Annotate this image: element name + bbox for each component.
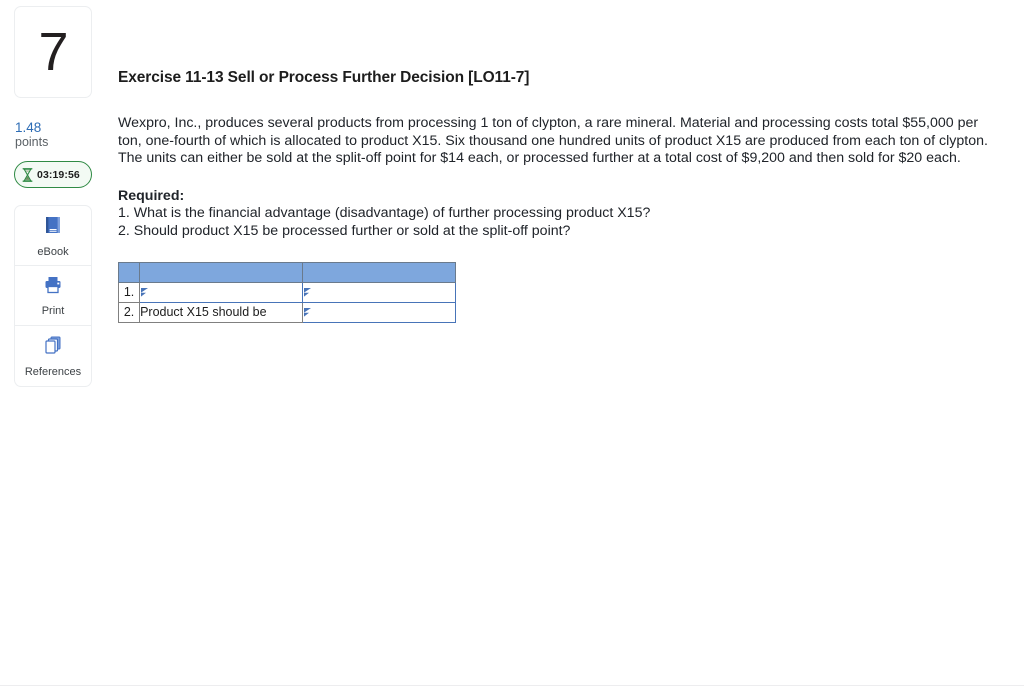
answer-input-1-value[interactable]: [301, 281, 457, 303]
answer-label-2: Product X15 should be: [139, 301, 303, 323]
row-number-2: 2.: [117, 301, 141, 323]
header-cell-num: [117, 261, 141, 283]
question-sidebar: 7 1.48 points 03:19:56 eBook Print Refer…: [14, 6, 92, 387]
references-button[interactable]: References: [15, 326, 91, 386]
answer-table-wrap: 1. 2. Product X15 should be: [117, 241, 1018, 323]
hourglass-icon: [22, 167, 33, 182]
problem-statement: Wexpro, Inc., produces several products …: [118, 115, 988, 167]
points-value: 1.48: [15, 120, 42, 135]
question-number: 7: [38, 22, 68, 82]
question-content: Exercise 11-13 Sell or Process Further D…: [117, 0, 1018, 323]
header-cell-answer: [301, 261, 457, 283]
ebook-button[interactable]: eBook: [15, 206, 91, 266]
answer-value-2: [303, 303, 455, 321]
question-page: 7 1.48 points 03:19:56 eBook Print Refer…: [0, 0, 1024, 692]
answer-value-1: [303, 283, 455, 301]
row-number-1: 1.: [117, 281, 141, 303]
print-label: Print: [41, 304, 65, 317]
required-item-2: 2. Should product X15 be processed furth…: [118, 222, 571, 239]
printer-icon: [42, 275, 64, 300]
table-row: 2. Product X15 should be: [117, 301, 457, 323]
references-label: References: [24, 366, 82, 378]
answer-table: 1. 2. Product X15 should be: [117, 261, 457, 323]
question-number-card: 7: [14, 6, 92, 98]
print-button[interactable]: Print: [15, 266, 91, 326]
table-row: 1.: [117, 281, 457, 303]
references-pages-icon: [42, 334, 64, 361]
required-item-1: 1. What is the financial advantage (disa…: [118, 205, 651, 222]
ebook-icon: [42, 214, 64, 241]
required-heading: Required:: [118, 187, 185, 204]
answer-input-1-label[interactable]: [139, 281, 303, 303]
table-header-row: [117, 261, 457, 283]
ebook-label: eBook: [37, 245, 69, 258]
answer-value-1-label: [140, 283, 301, 301]
header-cell-label: [139, 261, 303, 283]
timer-value: 03:19:56: [37, 168, 80, 181]
page-title: Exercise 11-13 Sell or Process Further D…: [118, 69, 530, 86]
timer-pill: 03:19:56: [14, 161, 92, 188]
tool-stack: eBook Print References: [14, 205, 92, 387]
points-block: 1.48 points: [14, 120, 92, 150]
points-label: points: [15, 135, 49, 149]
answer-input-2-value[interactable]: [301, 301, 457, 323]
bottom-divider: [0, 685, 1024, 686]
required-block: Required: 1. What is the financial advan…: [118, 168, 1018, 241]
